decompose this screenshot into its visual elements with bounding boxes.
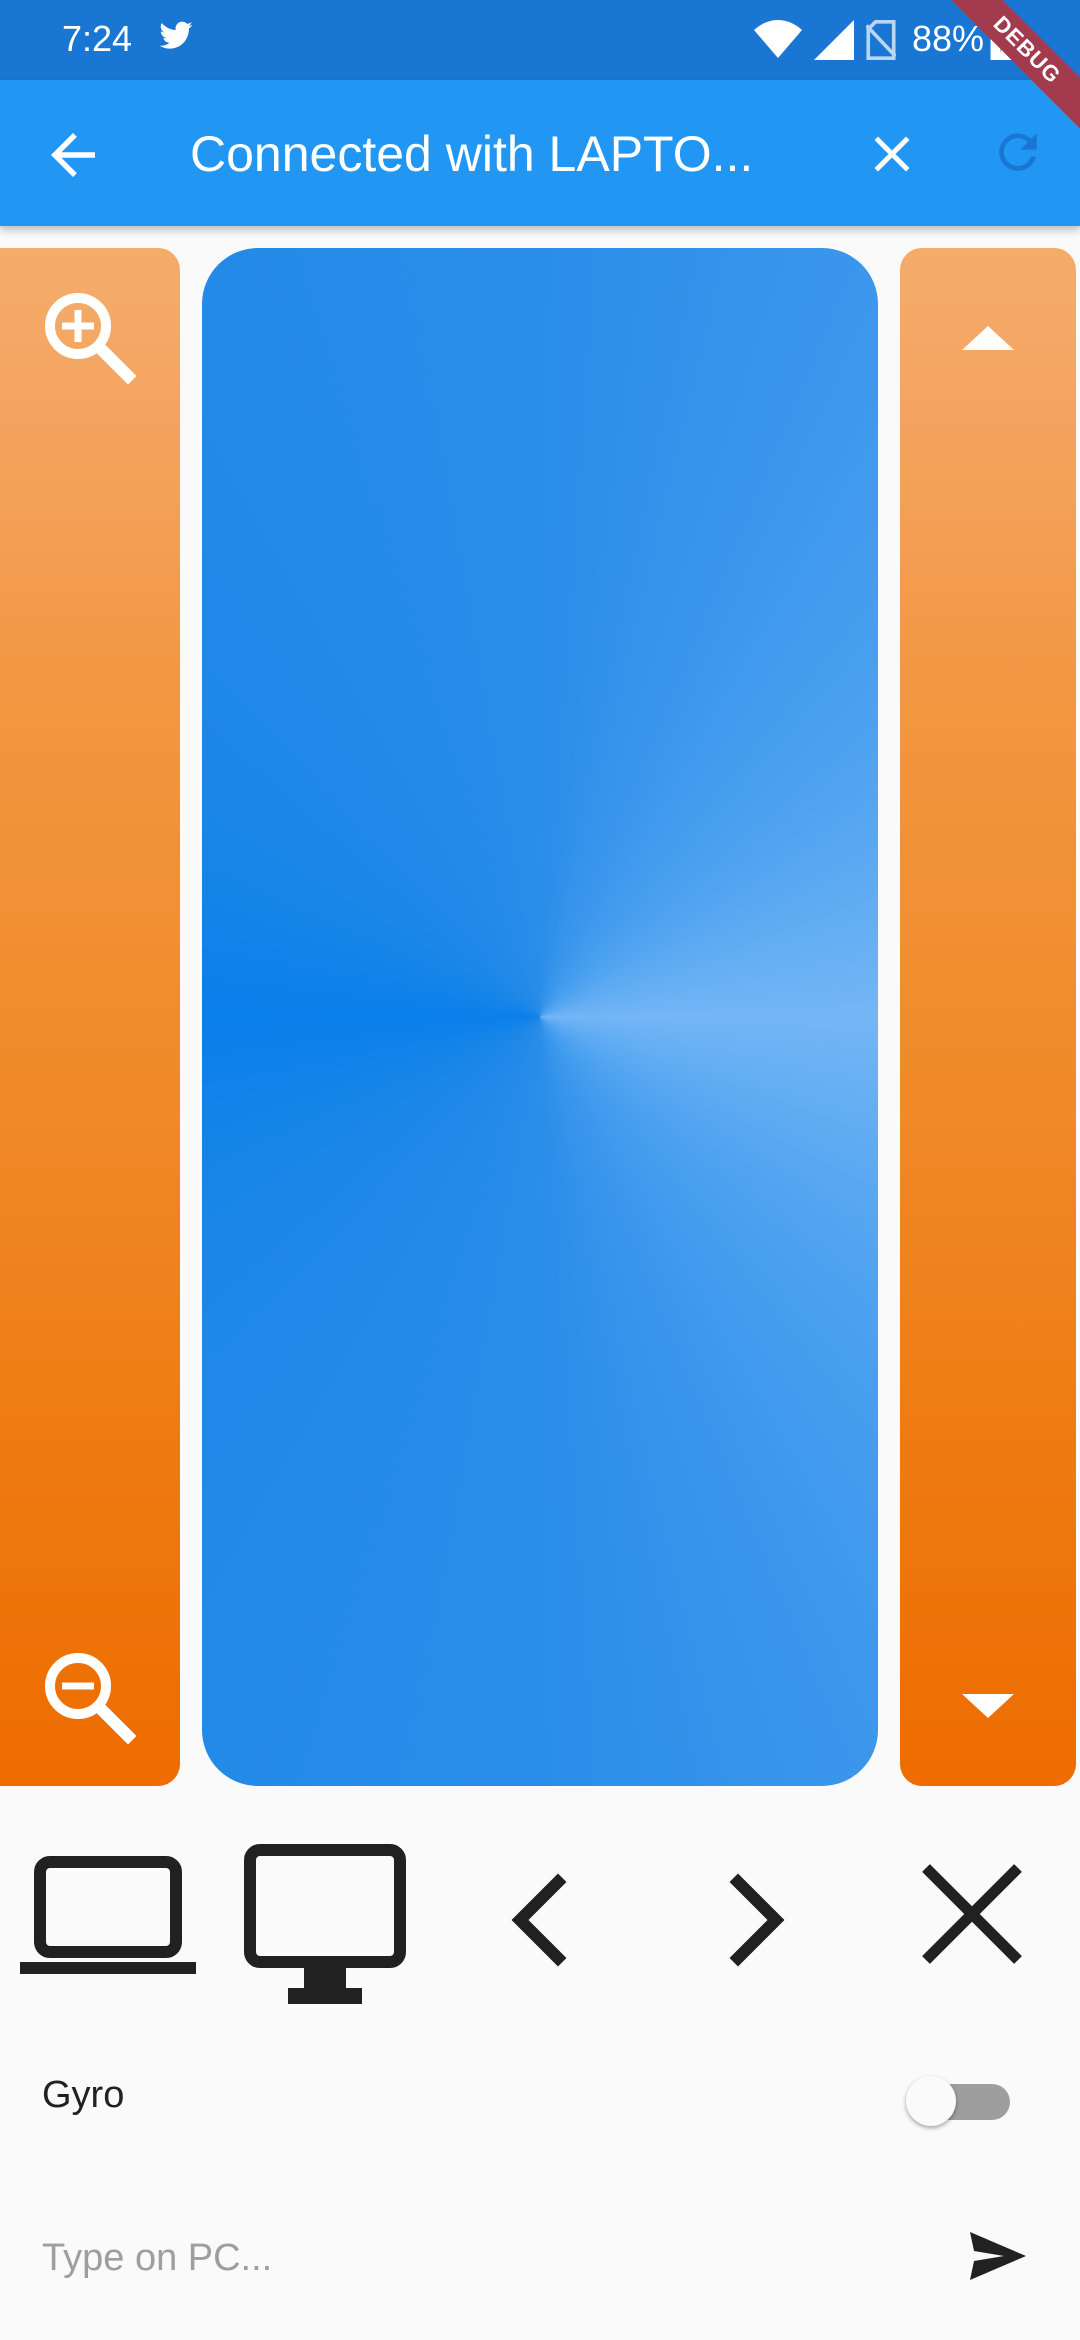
zoom-panel[interactable] — [0, 248, 180, 1786]
signal-icon — [814, 20, 854, 60]
laptop-icon[interactable] — [20, 1856, 196, 1976]
controls-row — [0, 1820, 1080, 2004]
battery-percentage: 88% — [912, 18, 985, 59]
status-bar: 7:24 88% — [0, 0, 1080, 80]
arrow-down-icon[interactable] — [958, 1690, 1018, 1724]
close-icon[interactable] — [862, 124, 922, 184]
gyro-label: Gyro — [42, 2074, 125, 2116]
toggle-thumb — [906, 2076, 956, 2126]
send-icon[interactable] — [966, 2228, 1030, 2284]
app-title: Connected with LAPTO... — [190, 126, 754, 182]
back-arrow-icon[interactable] — [40, 122, 106, 188]
status-time: 7:24 — [62, 18, 133, 59]
arrow-up-icon[interactable] — [958, 320, 1018, 354]
no-sim-icon — [866, 20, 896, 60]
app-bar: Connected with LAPTO... — [0, 80, 1080, 226]
scroll-panel[interactable] — [900, 248, 1076, 1786]
gyro-toggle[interactable] — [906, 2076, 1010, 2126]
monitor-icon[interactable] — [244, 1844, 406, 2012]
zoom-out-icon[interactable] — [40, 1648, 136, 1744]
zoom-in-icon[interactable] — [40, 288, 136, 384]
chevron-right-icon[interactable] — [726, 1870, 790, 1970]
touchpad[interactable] — [202, 248, 878, 1786]
type-on-pc-input[interactable] — [42, 2228, 922, 2288]
close-x-icon[interactable] — [922, 1864, 1022, 1964]
twitter-icon — [159, 21, 193, 49]
refresh-icon[interactable] — [990, 124, 1046, 180]
chevron-left-icon[interactable] — [506, 1870, 570, 1970]
wifi-icon — [754, 20, 802, 58]
